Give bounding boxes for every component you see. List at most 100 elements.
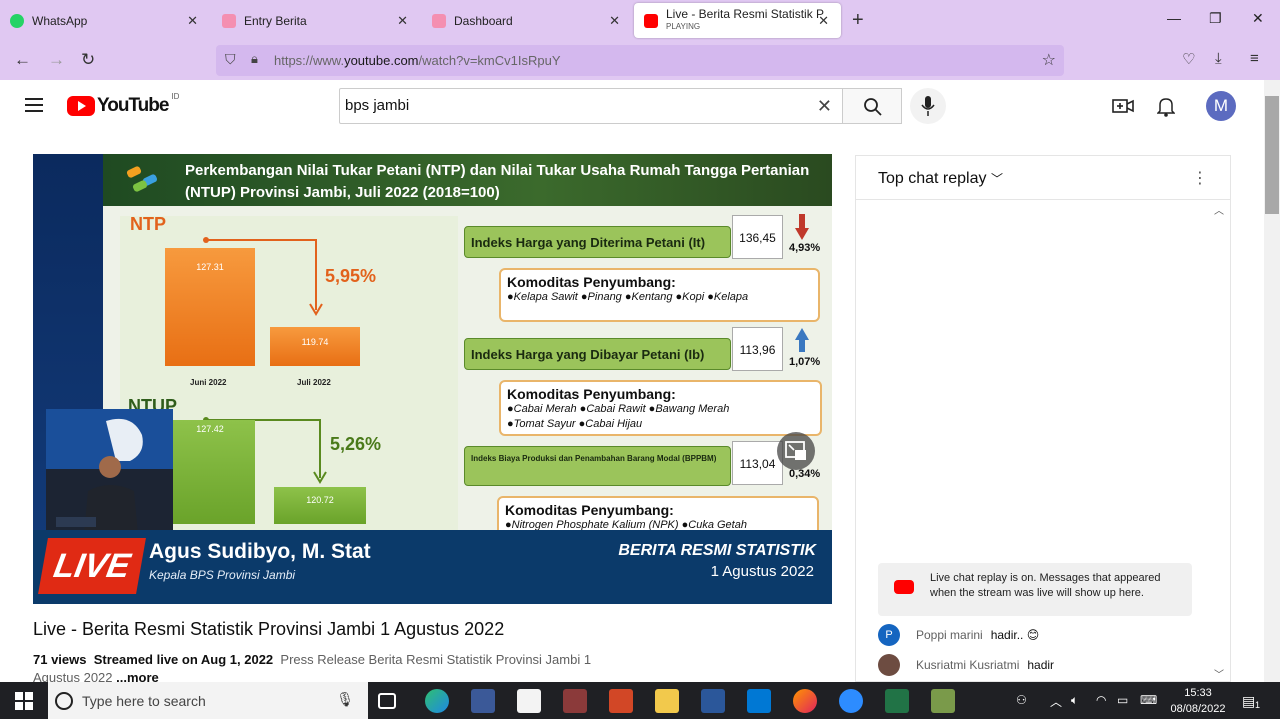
word-icon[interactable] (701, 689, 725, 713)
ntup-bar-juli: 120.72 (274, 486, 366, 524)
country-code: ID (171, 91, 180, 101)
live-badge: LIVE (38, 538, 146, 594)
menu-icon[interactable]: ≡ (1250, 50, 1259, 67)
star-icon[interactable]: ☆ (1042, 50, 1056, 70)
tab-entry-berita[interactable]: Entry Berita ✕ (212, 3, 420, 38)
firefox-icon[interactable] (793, 689, 817, 713)
app-icon[interactable] (563, 689, 587, 713)
taskbar-search[interactable]: Type here to search 🎙︎ (48, 682, 368, 719)
url-text[interactable]: https://www.youtube.com/watch?v=kmCv1IsR… (274, 53, 561, 68)
chat-message[interactable]: Kusriatmi Kusriatmi hadir (878, 654, 1054, 676)
search-input[interactable] (345, 97, 805, 114)
wifi-icon[interactable]: ◠ (1096, 693, 1106, 707)
picture-in-picture-button[interactable] (777, 432, 815, 470)
youtube-logo[interactable]: YouTube ID (67, 91, 180, 117)
it-label: Indeks Harga yang Diterima Petani (It) (464, 226, 731, 258)
back-icon[interactable]: ← (14, 50, 31, 70)
restore-icon[interactable]: ❐ (1209, 10, 1222, 27)
komoditas-box-1: Komoditas Penyumbang: ●Kelapa Sawit ●Pin… (499, 268, 820, 322)
program-date: 1 Agustus 2022 (710, 563, 814, 580)
search-button[interactable] (842, 88, 902, 124)
up-arrow-icon (795, 328, 809, 352)
reload-icon[interactable]: ↻ (81, 50, 95, 70)
clear-search-icon[interactable]: ✕ (817, 96, 832, 117)
close-window-icon[interactable]: ✕ (1252, 10, 1264, 27)
browser-tab-bar: WhatsApp ✕ Entry Berita ✕ Dashboard ✕ Li… (0, 0, 1280, 41)
chat-replay-notice: Live chat replay is on. Messages that ap… (878, 563, 1192, 616)
powerpoint-icon[interactable] (609, 689, 633, 713)
minimize-icon[interactable]: — (1167, 10, 1181, 26)
tab-title: Dashboard (454, 13, 513, 28)
chat-mode-dropdown[interactable]: Top chat replay ﹀ (878, 170, 1003, 188)
scrollbar-thumb[interactable] (1265, 96, 1279, 214)
close-icon[interactable]: ✕ (818, 13, 829, 29)
search-placeholder: Type here to search (82, 693, 206, 709)
more-options-icon[interactable]: ⋮ (1192, 168, 1208, 188)
tab-youtube-live[interactable]: Live - Berita Resmi Statistik Prov PLAYI… (634, 3, 841, 38)
shield-icon[interactable]: ⛉ (225, 51, 236, 68)
windows-taskbar: Type here to search 🎙︎ ⚇ ︿ 🔈︎ ◠ ▭ ⌨ 15:3… (0, 682, 1280, 719)
streamed-date: Streamed live on Aug 1, 2022 (93, 652, 274, 667)
scroll-up-icon[interactable]: ︿ (1214, 202, 1224, 217)
lower-third-banner: LIVE Agus Sudibyo, M. Stat Kepala BPS Pr… (33, 530, 832, 604)
chat-text: hadir (1027, 658, 1055, 672)
avatar[interactable]: M (1206, 91, 1236, 121)
close-icon[interactable]: ✕ (609, 13, 620, 29)
people-icon[interactable]: ⚇ (1016, 693, 1027, 707)
facebook-icon[interactable] (471, 689, 495, 713)
windows-start-icon[interactable] (15, 692, 33, 710)
pocket-icon[interactable]: ♡ (1182, 50, 1195, 68)
komoditas-box-2: Komoditas Penyumbang: ●Cabai Merah ●Caba… (499, 380, 822, 436)
forward-icon[interactable]: → (48, 50, 65, 70)
store-icon[interactable] (517, 689, 541, 713)
komoditas-title: Komoditas Penyumbang: (507, 386, 676, 402)
close-icon[interactable]: ✕ (187, 13, 198, 29)
notifications-icon[interactable]: ▤ (1242, 693, 1255, 710)
chevron-up-icon[interactable]: ︿ (1050, 693, 1062, 710)
create-video-icon[interactable] (1112, 97, 1134, 115)
search-box[interactable]: ✕ (339, 88, 843, 124)
voice-search-button[interactable] (910, 88, 946, 124)
new-tab-button[interactable]: + (852, 9, 864, 32)
file-explorer-icon[interactable] (655, 689, 679, 713)
down-arrow-icon (795, 214, 809, 240)
mail-icon[interactable] (747, 689, 771, 713)
hamburger-menu-icon[interactable] (25, 98, 43, 112)
edge-icon[interactable] (425, 689, 449, 713)
taskbar-clock[interactable]: 15:33 08/08/2022 (1170, 685, 1226, 717)
logo-word: YouTube (97, 95, 169, 116)
search-icon (864, 98, 882, 116)
url-bar[interactable]: ⛉ 🔒︎ https://www.youtube.com/watch?v=kmC… (216, 45, 1064, 76)
close-icon[interactable]: ✕ (397, 13, 408, 29)
download-icon[interactable]: ⤓ (1215, 50, 1222, 67)
task-view-icon[interactable] (378, 693, 396, 709)
video-player[interactable]: Perkembangan Nilai Tukar Petani (NTP) da… (33, 154, 832, 604)
it-change: 4,93% (789, 242, 821, 254)
youtube-icon (894, 580, 914, 594)
replay-note-text: Live chat replay is on. Messages that ap… (930, 572, 1161, 599)
slide-title: Perkembangan Nilai Tukar Petani (NTP) da… (185, 162, 810, 201)
chat-message[interactable]: P Poppi marini hadir.. 😊 (878, 624, 1039, 646)
ib-change: 1,07% (789, 356, 821, 368)
lock-icon[interactable]: 🔒︎ (251, 51, 258, 67)
keyboard-icon[interactable]: ⌨ (1140, 693, 1157, 707)
avatar (878, 654, 900, 676)
notifications-bell-icon[interactable] (1157, 97, 1175, 117)
chevron-down-icon: ﹀ (990, 172, 1003, 186)
microphone-icon (921, 96, 935, 116)
battery-icon[interactable]: ▭ (1117, 693, 1128, 707)
tab-whatsapp[interactable]: WhatsApp ✕ (0, 3, 210, 38)
app-icon[interactable] (931, 689, 955, 713)
scroll-down-icon[interactable]: ﹀ (1214, 666, 1224, 681)
microphone-icon[interactable]: 🎙︎ (336, 691, 354, 708)
komoditas-items: ●Cabai Merah ●Cabai Rawit ●Bawang Merah (507, 403, 730, 415)
tab-dashboard[interactable]: Dashboard ✕ (422, 3, 632, 38)
chat-author: Poppi marini (916, 628, 983, 642)
slide-body: NTP 5,95% 127.31 119.74 Juni 2022 Juli 2… (103, 206, 832, 546)
zoom-icon[interactable] (839, 689, 863, 713)
video-title: Live - Berita Resmi Statistik Provinsi J… (33, 619, 505, 639)
volume-icon[interactable]: 🔈︎ (1071, 693, 1078, 708)
excel-icon[interactable] (885, 689, 909, 713)
komoditas-title: Komoditas Penyumbang: (507, 274, 676, 290)
ib-value: 113,96 (732, 327, 783, 371)
